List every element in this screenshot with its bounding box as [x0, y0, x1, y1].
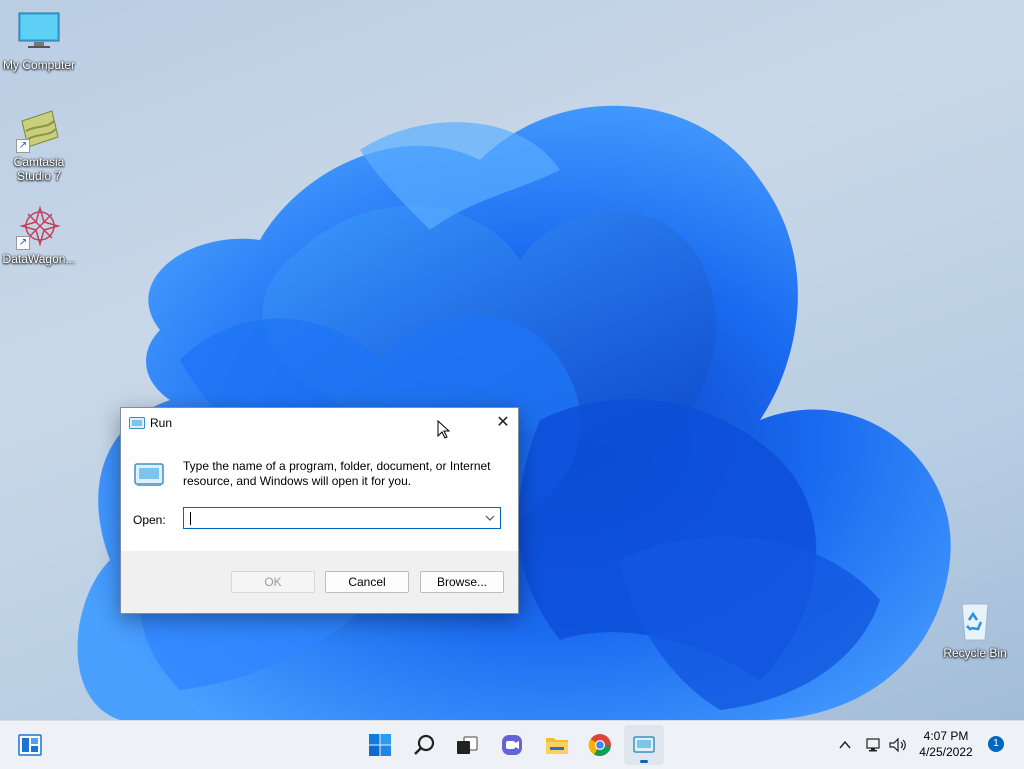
- start-button[interactable]: [360, 725, 400, 765]
- chat-button[interactable]: [492, 725, 532, 765]
- run-icon: [129, 417, 145, 429]
- desktop-icon-label: My Computer: [2, 58, 76, 72]
- title-bar[interactable]: Run ✕: [121, 408, 518, 438]
- run-icon-large: [134, 463, 164, 486]
- shortcut-arrow-icon: ↗: [16, 139, 30, 153]
- clock-time[interactable]: 4:07 PM: [912, 729, 980, 743]
- widgets-button[interactable]: [10, 725, 50, 765]
- desktop-icon-my-computer[interactable]: My Computer: [0, 10, 78, 72]
- chevron-up-icon[interactable]: [838, 738, 852, 752]
- task-view-icon: [457, 736, 478, 754]
- open-combobox[interactable]: [183, 507, 501, 529]
- run-taskbar-button[interactable]: [624, 725, 664, 765]
- notification-badge[interactable]: 1: [988, 736, 1004, 752]
- open-input[interactable]: [188, 510, 478, 526]
- volume-icon[interactable]: [888, 736, 908, 754]
- run-dialog: Run ✕ Type the name of a program, folder…: [120, 407, 519, 614]
- monitor-icon: [16, 10, 62, 56]
- desktop-icon-label: DataWagon...: [2, 252, 76, 266]
- file-explorer-button[interactable]: [537, 725, 577, 765]
- taskbar: 4:07 PM 4/25/2022: [0, 720, 1024, 769]
- dialog-description: Type the name of a program, folder, docu…: [183, 459, 491, 488]
- open-label: Open:: [133, 513, 166, 527]
- ok-button[interactable]: OK: [231, 571, 315, 593]
- desktop-icon-datawagon[interactable]: ↗ DataWagon...: [0, 204, 78, 266]
- clock-date[interactable]: 4/25/2022: [912, 745, 980, 759]
- desktop-icon-label-line1: Camtasia: [13, 155, 65, 169]
- datawagon-icon: ↗: [16, 204, 62, 250]
- close-icon: ✕: [496, 414, 510, 431]
- chrome-button[interactable]: [580, 725, 620, 765]
- search-icon: [414, 734, 435, 755]
- desktop-icon-label: Recycle Bin: [943, 646, 1007, 660]
- windows-logo-icon: [369, 734, 391, 756]
- network-icon[interactable]: [865, 736, 883, 754]
- chat-icon: [502, 735, 522, 755]
- desktop-icon-label-line2: Studio 7: [16, 169, 62, 183]
- task-view-button[interactable]: [447, 725, 487, 765]
- active-indicator: [640, 760, 648, 763]
- widgets-icon: [18, 734, 42, 756]
- chevron-down-icon[interactable]: [483, 511, 497, 525]
- mouse-cursor-icon: [437, 420, 451, 439]
- desktop-icon-camtasia[interactable]: ↗ Camtasia Studio 7: [0, 107, 78, 183]
- cancel-button[interactable]: Cancel: [325, 571, 409, 593]
- shortcut-arrow-icon: ↗: [16, 236, 30, 250]
- camtasia-icon: ↗: [16, 107, 62, 153]
- folder-icon: [546, 738, 568, 754]
- browse-button[interactable]: Browse...: [420, 571, 504, 593]
- run-icon: [633, 736, 655, 753]
- close-button[interactable]: ✕: [488, 408, 518, 438]
- dialog-body: Type the name of a program, folder, docu…: [121, 438, 518, 551]
- dialog-title: Run: [150, 416, 173, 430]
- search-button[interactable]: [405, 725, 445, 765]
- desktop-icon-recycle-bin[interactable]: Recycle Bin: [936, 598, 1014, 660]
- recycle-bin-icon: [952, 598, 998, 644]
- chrome-icon: [588, 734, 611, 756]
